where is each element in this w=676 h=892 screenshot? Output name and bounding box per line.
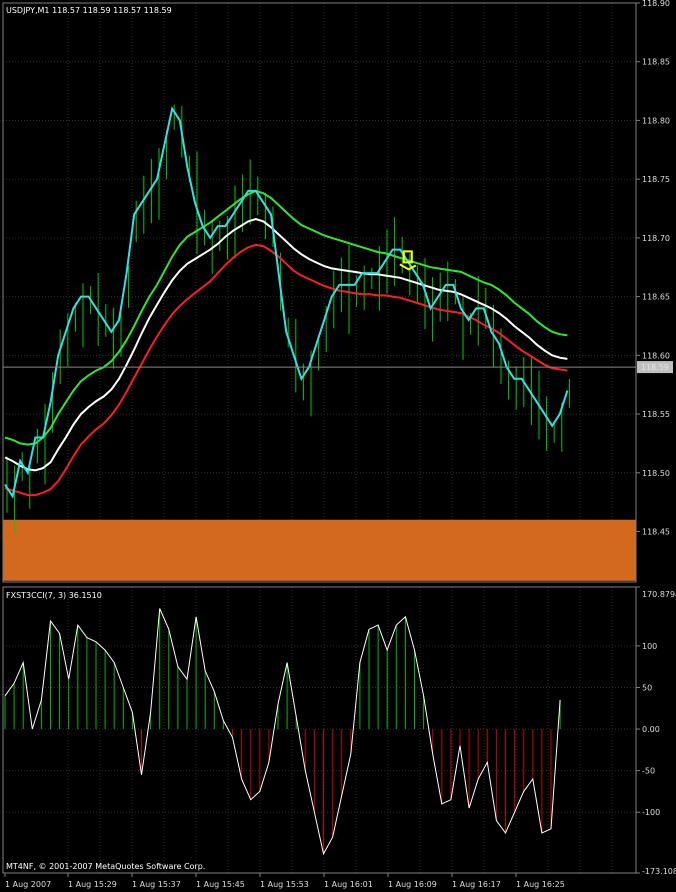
indicator-axis-label: 170.8794 — [642, 590, 676, 599]
copyright-text: MT4NF, © 2001-2007 MetaQuotes Software C… — [6, 862, 205, 871]
time-axis-label: 1 Aug 16:25 — [516, 880, 565, 889]
price-axis-label: 118.80 — [642, 116, 670, 125]
indicator-axis-label: 50 — [642, 684, 652, 693]
time-axis-label: 1 Aug 15:29 — [68, 880, 117, 889]
time-axis-label: 1 Aug 16:17 — [452, 880, 501, 889]
price-chart-header: USDJPY,M1 118.57 118.59 118.57 118.59 — [6, 6, 172, 15]
price-axis-label: 118.55 — [642, 410, 670, 419]
current-price-badge: 118.59 — [637, 361, 673, 374]
price-axis-label: 118.65 — [642, 293, 670, 302]
current-price-label: 118.59 — [641, 363, 669, 372]
time-axis-label: 1 Aug 15:45 — [196, 880, 245, 889]
time-axis-label: 1 Aug 15:37 — [132, 880, 181, 889]
price-axis-label: 118.75 — [642, 175, 670, 184]
time-axis-label: 1 Aug 16:01 — [324, 880, 373, 889]
price-axis-label: 118.50 — [642, 469, 670, 478]
chart-canvas: USDJPY,M1 118.57 118.59 118.57 118.59 FX… — [0, 0, 676, 892]
orange-zone — [3, 519, 636, 581]
price-axis-label: 118.90 — [642, 0, 670, 8]
price-axis-label: 118.70 — [642, 234, 670, 243]
price-axis-label: 118.85 — [642, 58, 670, 67]
indicator-header: FXST3CCI(7, 3) 36.1510 — [6, 591, 102, 600]
price-axis-label: 118.45 — [642, 527, 670, 536]
indicator-axis-label: 100 — [642, 642, 657, 651]
time-axis-label: 1 Aug 16:09 — [388, 880, 437, 889]
price-axis-label: 118.60 — [642, 351, 670, 360]
indicator-axis-label: -100 — [642, 808, 660, 817]
chart-background — [0, 0, 676, 892]
indicator-axis-label: 0.00 — [642, 725, 660, 734]
indicator-axis-label: -173.1087 — [642, 867, 676, 876]
time-axis-label: 1 Aug 2007 — [5, 880, 51, 889]
indicator-axis-label: -50 — [642, 767, 655, 776]
time-axis-label: 1 Aug 15:53 — [260, 880, 309, 889]
